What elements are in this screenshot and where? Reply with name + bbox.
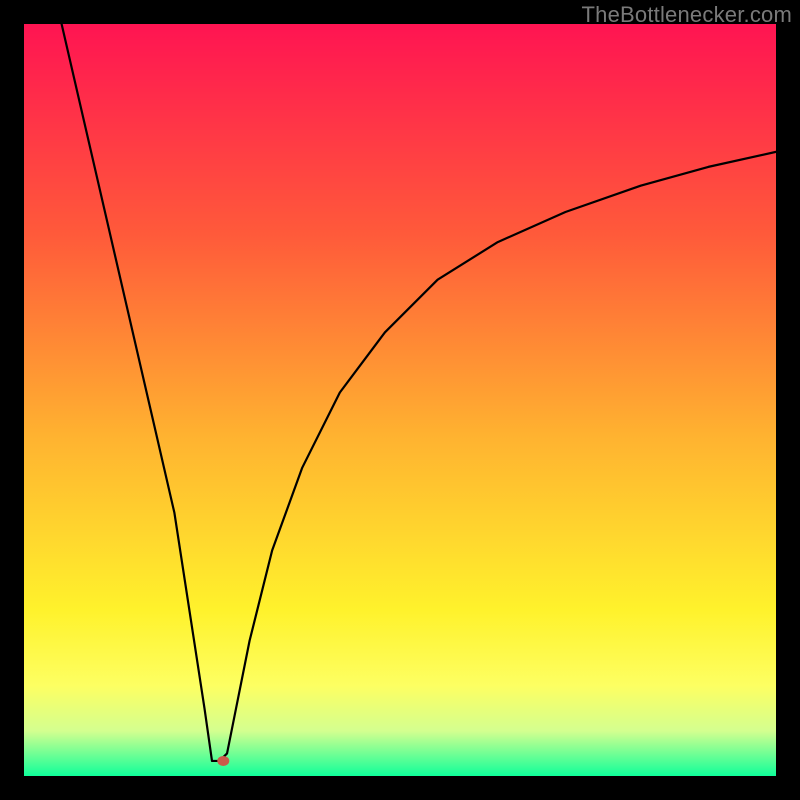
watermark: TheBottlenecker.com [582,2,792,28]
minimum-marker [217,756,229,766]
bottleneck-chart [24,24,776,776]
gradient-background [24,24,776,776]
chart-frame [24,24,776,776]
